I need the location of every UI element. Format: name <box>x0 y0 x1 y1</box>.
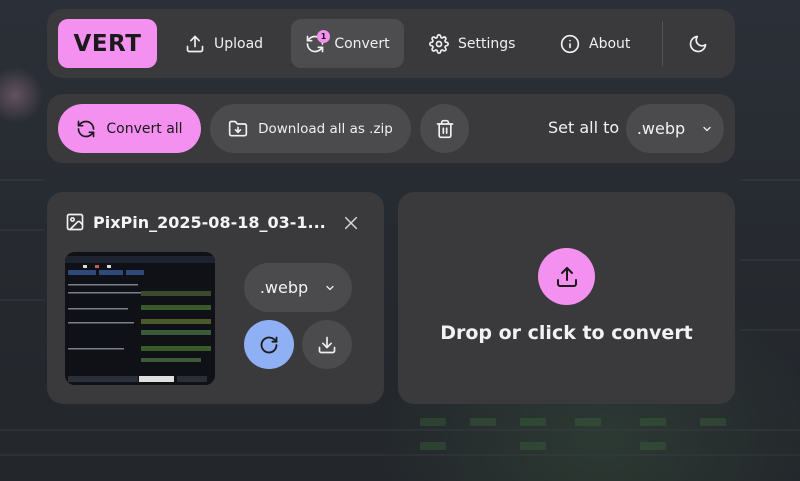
image-icon <box>66 213 84 231</box>
moon-icon <box>689 35 707 52</box>
convert-count-badge: 1 <box>317 30 330 43</box>
nav-upload-button[interactable]: Upload <box>185 19 263 68</box>
download-icon <box>318 336 336 353</box>
nav-bar: VERT Upload 1 Convert Settings About <box>47 9 735 78</box>
file-card: PixPin_2025-08-18_03-1... .webp <box>47 192 384 404</box>
file-name: PixPin_2025-08-18_03-1... <box>93 212 326 232</box>
nav-upload-label: Upload <box>214 35 264 52</box>
nav-about-button[interactable]: About <box>560 19 630 68</box>
file-convert-button[interactable] <box>244 320 294 369</box>
folder-download-icon <box>228 120 248 136</box>
refresh-icon <box>78 120 95 137</box>
nav-convert-label: Convert <box>334 35 390 52</box>
vert-logo[interactable]: VERT <box>58 19 157 68</box>
download-zip-label: Download all as .zip <box>258 120 393 137</box>
chevron-down-icon <box>326 285 334 290</box>
nav-about-label: About <box>589 35 631 52</box>
dropzone[interactable]: Drop or click to convert <box>398 192 735 404</box>
file-format-select[interactable]: .webp <box>244 263 352 312</box>
dropzone-text: Drop or click to convert <box>440 322 693 344</box>
upload-icon <box>556 266 577 287</box>
info-icon <box>560 34 580 53</box>
dropzone-upload-button[interactable] <box>538 248 595 305</box>
nav-divider <box>662 21 663 66</box>
nav-convert-button[interactable]: 1 Convert <box>291 19 404 68</box>
chevron-down-icon <box>703 126 711 131</box>
file-download-button[interactable] <box>302 320 352 369</box>
download-zip-button[interactable]: Download all as .zip <box>210 104 411 153</box>
file-format-value: .webp <box>259 278 309 297</box>
delete-all-button[interactable] <box>420 104 469 153</box>
trash-icon <box>436 119 453 138</box>
file-header: PixPin_2025-08-18_03-1... <box>65 212 326 232</box>
convert-all-button[interactable]: Convert all <box>58 104 201 153</box>
convert-all-label: Convert all <box>106 120 183 137</box>
set-all-format-value: .webp <box>636 119 686 138</box>
rotate-icon <box>260 336 278 353</box>
upload-icon <box>186 35 204 52</box>
set-all-format-select[interactable]: .webp <box>626 104 724 153</box>
gear-icon <box>429 33 449 54</box>
nav-settings-button[interactable]: Settings <box>429 19 515 68</box>
close-icon[interactable] <box>343 215 359 231</box>
theme-toggle-button[interactable] <box>688 19 708 68</box>
bulk-toolbar: Convert all Download all as .zip Set all… <box>47 94 735 163</box>
nav-settings-label: Settings <box>458 35 516 52</box>
thumbnail-preview <box>65 252 215 385</box>
file-thumbnail <box>65 252 215 385</box>
set-all-label: Set all to <box>548 118 620 137</box>
